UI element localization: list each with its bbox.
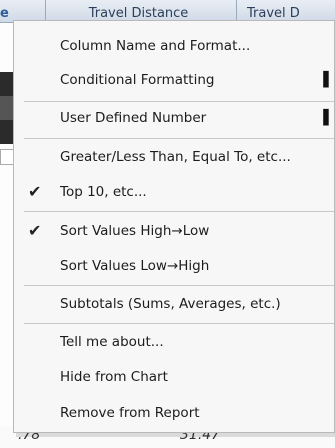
column-header-travel-distance[interactable]: Travel Distance [45, 0, 231, 22]
menu-item-top-10[interactable]: ✔ Top 10, etc... [14, 177, 334, 207]
menu-item-tell-me-about[interactable]: Tell me about... [14, 327, 334, 357]
checkmark-icon: ✔ [28, 221, 42, 240]
menu-item-label: Tell me about... [60, 334, 164, 350]
menu-item-label: Column Name and Format... [60, 38, 251, 54]
menu-item-remove-from-report[interactable]: Remove from Report [14, 398, 334, 428]
menu-item-user-defined-number[interactable]: User Defined Number ▌ [14, 103, 334, 133]
menu-item-label: Greater/Less Than, Equal To, etc... [60, 149, 291, 165]
menu-item-sort-low-high[interactable]: Sort Values Low→High [14, 251, 334, 281]
submenu-arrow-icon: ▌ [323, 110, 334, 126]
menu-item-label: Sort Values High→Low [60, 223, 210, 239]
menu-item-conditional-formatting[interactable]: Conditional Formatting ▌ [14, 65, 334, 95]
column-header-travel-partial[interactable]: Travel D [236, 0, 335, 22]
menu-item-subtotals[interactable]: Subtotals (Sums, Averages, etc.) [14, 289, 334, 319]
menu-separator [24, 323, 334, 324]
menu-separator [24, 101, 334, 102]
menu-item-label: Hide from Chart [60, 369, 168, 385]
context-menu: Column Name and Format... Conditional Fo… [13, 20, 335, 433]
menu-item-label: Top 10, etc... [60, 184, 147, 200]
menu-item-greater-less-than[interactable]: Greater/Less Than, Equal To, etc... [14, 142, 334, 172]
menu-item-label: User Defined Number [60, 110, 207, 126]
menu-separator [24, 138, 334, 139]
menu-item-column-name-and-format[interactable]: Column Name and Format... [14, 31, 334, 61]
column-header-partial[interactable]: e [0, 0, 10, 22]
checkmark-icon: ✔ [28, 182, 42, 201]
menu-separator [24, 285, 334, 286]
menu-item-label: Remove from Report [60, 405, 200, 421]
menu-item-label: Subtotals (Sums, Averages, etc.) [60, 296, 281, 312]
submenu-arrow-icon: ▌ [323, 72, 334, 88]
menu-item-label: Conditional Formatting [60, 72, 215, 88]
menu-item-sort-high-low[interactable]: ✔ Sort Values High→Low [14, 216, 334, 246]
menu-item-label: Sort Values Low→High [60, 258, 210, 274]
menu-item-hide-from-chart[interactable]: Hide from Chart [14, 362, 334, 392]
menu-separator [24, 211, 334, 212]
